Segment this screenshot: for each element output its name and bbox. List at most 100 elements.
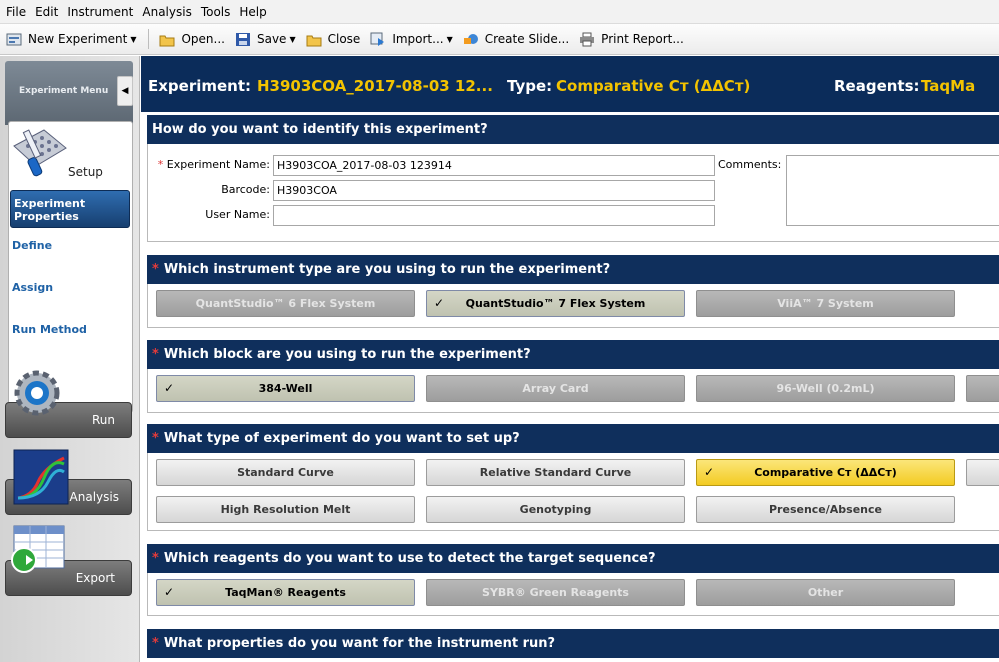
option-viia-7[interactable]: ViiA™ 7 System: [696, 290, 955, 317]
reagents-section-title: Which reagents do you want to use to det…: [163, 551, 656, 566]
option-genotyping[interactable]: Genotyping: [426, 496, 685, 523]
option-high-resolution-melt[interactable]: High Resolution Melt: [156, 496, 415, 523]
chevron-down-icon[interactable]: ▼: [447, 35, 453, 44]
option-taqman-label: TaqMan® Reagents: [225, 586, 346, 599]
save-disk-icon: [235, 32, 250, 46]
slide-globe-icon: [463, 33, 478, 44]
menu-analysis[interactable]: Analysis: [142, 5, 191, 19]
required-marker: *: [152, 551, 159, 566]
menu-bar: File Edit Instrument Analysis Tools Help: [0, 0, 999, 24]
type-header-label: Type:: [507, 77, 553, 95]
nav-run-method[interactable]: Run Method: [12, 323, 87, 336]
setup-label[interactable]: Setup: [68, 165, 103, 179]
close-button[interactable]: Close: [306, 32, 360, 47]
option-96-well[interactable]: 96-Well (0.2mL): [696, 375, 955, 402]
menu-file[interactable]: File: [6, 5, 26, 19]
option-384-well-label: 384-Well: [258, 382, 313, 395]
pipette-plate-icon[interactable]: [8, 120, 70, 182]
nav-experiment-properties[interactable]: Experiment Properties: [10, 190, 130, 228]
import-button[interactable]: Import... ▼: [370, 32, 453, 47]
analysis-chart-icon: [13, 449, 69, 505]
instrument-section-title: Which instrument type are you using to r…: [163, 262, 611, 277]
open-button[interactable]: Open...: [159, 32, 225, 47]
option-comparative-ct[interactable]: ✓ Comparative Cт (ΔΔCт): [696, 459, 955, 486]
save-button[interactable]: Save ▼: [235, 32, 296, 47]
run-gear-icon: [14, 370, 60, 416]
chevron-down-icon[interactable]: ▼: [289, 35, 295, 44]
experiment-header-label: Experiment:: [148, 77, 252, 95]
required-marker: *: [152, 431, 159, 446]
option-sybr-green-reagents[interactable]: SYBR® Green Reagents: [426, 579, 685, 606]
experiment-summary-header: Experiment: H3903COA_2017-08-03 12... Ty…: [141, 56, 999, 112]
block-section-header: * Which block are you using to run the e…: [147, 340, 999, 369]
experiment-menu-title: Experiment Menu: [19, 86, 109, 96]
open-label: Open...: [181, 32, 225, 46]
print-report-button[interactable]: Print Report...: [579, 32, 684, 47]
option-384-well[interactable]: ✓ 384-Well: [156, 375, 415, 402]
comments-label: Comments:: [718, 158, 782, 171]
exptype-section-header: * What type of experiment do you want to…: [147, 424, 999, 453]
option-taqman-reagents[interactable]: ✓ TaqMan® Reagents: [156, 579, 415, 606]
required-marker: *: [152, 636, 159, 651]
create-slide-label: Create Slide...: [484, 32, 570, 46]
option-other-reagents[interactable]: Other: [696, 579, 955, 606]
menu-edit[interactable]: Edit: [35, 5, 58, 19]
instrument-section-header: * Which instrument type are you using to…: [147, 255, 999, 284]
create-slide-button[interactable]: Create Slide...: [463, 32, 569, 47]
run-label: Run: [91, 413, 115, 427]
exptype-section-title: What type of experiment do you want to s…: [163, 431, 520, 446]
analysis-label: Analysis: [69, 490, 119, 504]
barcode-input[interactable]: H3903COA: [273, 180, 715, 201]
block-section-title: Which block are you using to run the exp…: [163, 347, 531, 362]
experiment-name-input[interactable]: H3903COA_2017-08-03 123914: [273, 155, 715, 176]
folder-open-icon: [159, 35, 175, 46]
collapse-sidebar-button[interactable]: ◀: [117, 76, 133, 106]
folder-close-icon: [306, 35, 322, 46]
checkmark-icon: ✓: [164, 381, 175, 395]
run-properties-section-title: What properties do you want for the inst…: [163, 636, 556, 651]
run-properties-section-header: * What properties do you want for the in…: [147, 629, 999, 658]
required-marker: *: [152, 262, 159, 277]
block-section-body: ✓ 384-Well Array Card 96-Well (0.2mL): [147, 369, 999, 413]
option-more-block[interactable]: [966, 375, 999, 402]
chevron-down-icon[interactable]: ▼: [130, 35, 136, 44]
comments-textarea[interactable]: [786, 155, 999, 226]
new-experiment-button[interactable]: New Experiment ▼: [6, 32, 136, 47]
chevron-left-icon: ◀: [121, 86, 129, 96]
user-name-input[interactable]: [273, 205, 715, 226]
toolbar-divider: [148, 29, 150, 49]
option-more-exptype[interactable]: [966, 459, 999, 486]
type-header-value: Comparative Cт (ΔΔCт): [556, 77, 751, 95]
option-quantstudio-6[interactable]: QuantStudio™ 6 Flex System: [156, 290, 415, 317]
option-quantstudio-7[interactable]: ✓ QuantStudio™ 7 Flex System: [426, 290, 685, 317]
required-marker: *: [152, 347, 159, 362]
reagents-header-value: TaqMa: [921, 77, 976, 95]
experiment-name-label-text: Experiment Name:: [166, 158, 270, 171]
option-comparative-ct-label: Comparative Cт (ΔΔCт): [754, 466, 897, 479]
nav-define[interactable]: Define: [12, 239, 52, 252]
option-standard-curve[interactable]: Standard Curve: [156, 459, 415, 486]
option-presence-absence[interactable]: Presence/Absence: [696, 496, 955, 523]
export-label: Export: [75, 571, 115, 585]
identify-section-body: * Experiment Name: H3903COA_2017-08-03 1…: [147, 144, 999, 242]
identify-section-title: How do you want to identify this experim…: [152, 122, 488, 137]
menu-instrument[interactable]: Instrument: [67, 5, 133, 19]
new-experiment-label: New Experiment: [28, 32, 128, 46]
export-spreadsheet-icon: [11, 525, 65, 573]
menu-help[interactable]: Help: [239, 5, 266, 19]
option-relative-standard-curve[interactable]: Relative Standard Curve: [426, 459, 685, 486]
printer-icon: [580, 32, 595, 46]
experiment-sidebar: Experiment Menu ◀ Setup Experiment Prope…: [0, 56, 140, 662]
nav-assign[interactable]: Assign: [12, 281, 53, 294]
experiment-properties-panel: Experiment: H3903COA_2017-08-03 12... Ty…: [141, 56, 999, 662]
reagents-header-label: Reagents:: [834, 77, 920, 95]
print-report-label: Print Report...: [601, 32, 684, 46]
experiment-menu-header: Experiment Menu ◀: [5, 61, 133, 125]
exptype-section-body: Standard Curve Relative Standard Curve ✓…: [147, 453, 999, 531]
barcode-label: Barcode:: [221, 183, 270, 196]
menu-tools[interactable]: Tools: [201, 5, 231, 19]
save-label: Save: [256, 32, 287, 46]
option-array-card[interactable]: Array Card: [426, 375, 685, 402]
experiment-header-value: H3903COA_2017-08-03 12...: [257, 77, 493, 95]
toolbar: New Experiment ▼ Open... Save ▼ Close Im…: [0, 24, 999, 55]
